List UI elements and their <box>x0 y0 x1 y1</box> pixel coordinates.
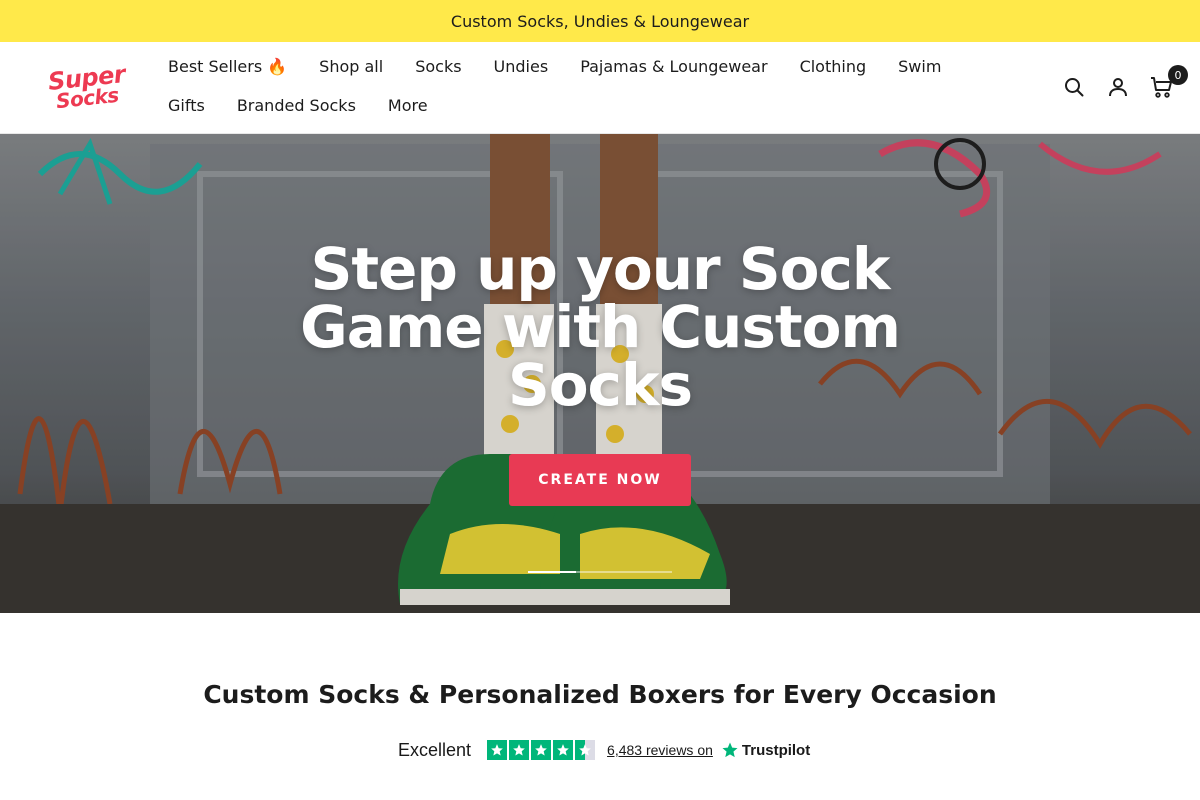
section-title: Custom Socks & Personalized Boxers for E… <box>203 680 997 709</box>
main-nav: Best Sellers 🔥 Shop all Socks Undies Paj… <box>168 42 988 134</box>
trustpilot-star-icon <box>722 742 738 758</box>
hero-title: Step up your Sock Game with Custom Socks <box>300 235 901 419</box>
trustpilot-reviews-link[interactable]: 6,483 reviews on <box>607 742 713 758</box>
account-button[interactable] <box>1106 75 1130 99</box>
star-icon <box>553 740 574 760</box>
nav-item-clothing[interactable]: Clothing <box>800 56 867 78</box>
nav-item-shop-all[interactable]: Shop all <box>319 56 383 78</box>
logo-text-bottom: Socks <box>54 82 120 114</box>
search-icon <box>1065 78 1084 97</box>
logo[interactable]: Super Socks <box>46 60 127 114</box>
slideshow-progress-fill <box>528 571 576 573</box>
nav-item-best-sellers[interactable]: Best Sellers 🔥 <box>168 56 287 78</box>
half-star-icon <box>575 740 596 760</box>
announcement-text: Custom Socks, Undies & Loungewear <box>450 11 750 31</box>
site-header: Super Socks Best Sellers 🔥 Shop all Sock… <box>0 42 1200 134</box>
trustpilot-logo[interactable]: Trustpilot <box>721 741 810 759</box>
user-icon <box>1109 78 1127 97</box>
nav-row-2: Gifts Branded Socks More <box>168 95 428 117</box>
trustpilot-brand: Trustpilot <box>741 741 811 759</box>
nav-item-branded-socks[interactable]: Branded Socks <box>237 95 356 117</box>
star-icon <box>487 740 508 760</box>
search-button[interactable] <box>1062 75 1086 99</box>
nav-item-socks[interactable]: Socks <box>415 56 461 78</box>
nav-item-pajamas-loungewear[interactable]: Pajamas & Loungewear <box>580 56 767 78</box>
nav-item-swim[interactable]: Swim <box>898 56 941 78</box>
nav-item-gifts[interactable]: Gifts <box>168 95 205 117</box>
slideshow-progress[interactable] <box>528 571 672 573</box>
create-now-button[interactable]: CREATE NOW <box>509 454 691 506</box>
nav-item-more[interactable]: More <box>388 95 428 117</box>
announcement-bar: Custom Socks, Undies & Loungewear <box>0 0 1200 42</box>
star-icon <box>509 740 530 760</box>
hero-banner: Step up your Sock Game with Custom Socks… <box>0 134 1200 613</box>
nav-item-undies[interactable]: Undies <box>494 56 549 78</box>
nav-row-1: Best Sellers 🔥 Shop all Socks Undies Paj… <box>168 56 941 78</box>
trustpilot-widget[interactable]: Excellent 6,483 reviews on Trustpilot <box>398 736 810 764</box>
trustpilot-rating-label: Excellent <box>398 739 472 760</box>
header-icons: 0 <box>1062 65 1188 102</box>
trustpilot-stars <box>487 740 596 760</box>
cart-count-badge: 0 <box>1168 65 1188 85</box>
cart-button[interactable]: 0 <box>1150 65 1188 99</box>
star-icon <box>531 740 552 760</box>
